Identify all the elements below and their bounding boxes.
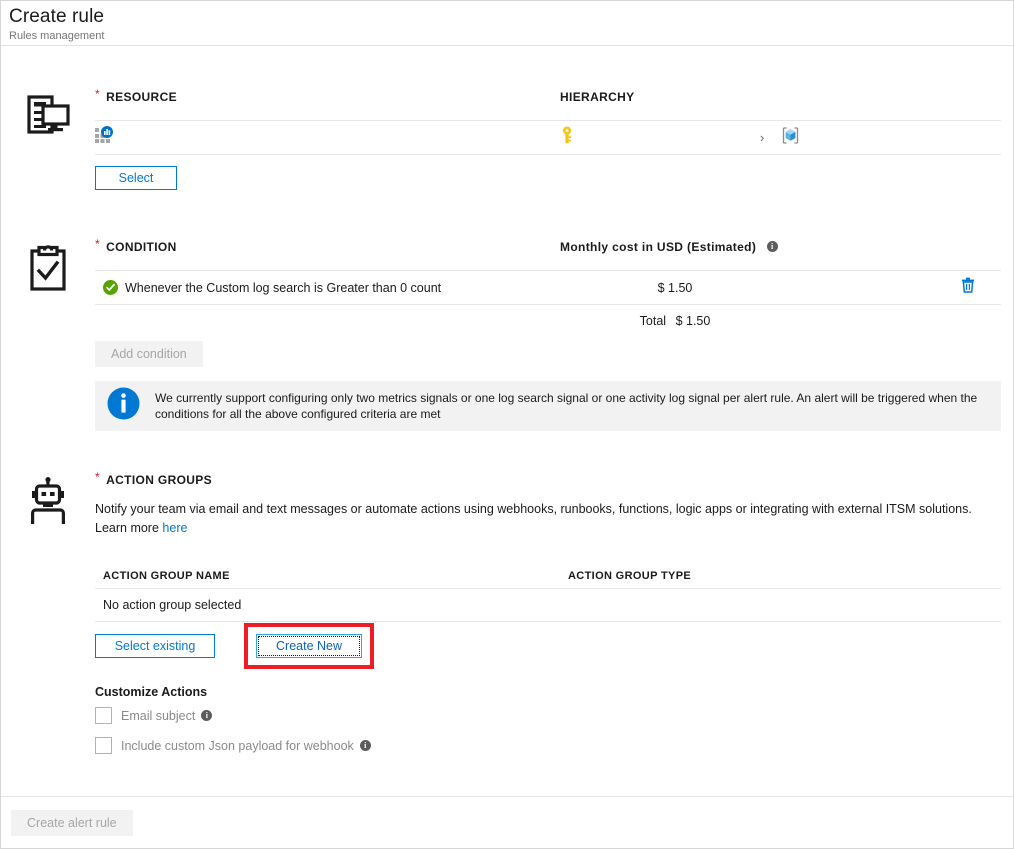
action-groups-description-wrap: Notify your team via email and text mess… (95, 500, 1001, 538)
resource-label-wrap: * RESOURCE (95, 88, 560, 106)
condition-row-cost-cell: $ 1.50 (560, 277, 1001, 298)
resource-label: RESOURCE (106, 90, 177, 104)
checkbox-email-subject-label-wrap: Email subject i (121, 708, 213, 723)
customize-checkbox-json-payload[interactable]: Include custom Json payload for webhook … (95, 737, 1001, 754)
resource-select-wrap: Select (95, 166, 1001, 190)
clipboard-check-icon (1, 238, 95, 292)
hierarchy-label: HIERARCHY (560, 90, 635, 104)
action-groups-empty-row: No action group selected (95, 589, 1001, 622)
info-icon[interactable]: i (766, 241, 778, 253)
banner-info-icon-wrap (95, 381, 151, 431)
resource-header-row: * RESOURCE HIERARCHY (95, 88, 1001, 112)
action-groups-section: * ACTION GROUPS Notify your team via ema… (1, 431, 1013, 754)
resource-row[interactable]: › (95, 121, 1001, 155)
banner-text: We currently support configuring only tw… (155, 391, 978, 421)
checkbox-email-subject[interactable] (95, 707, 112, 724)
resource-group-box-icon (781, 126, 800, 150)
cost-column-label-wrap: Monthly cost in USD (Estimated) i (560, 238, 1001, 256)
column-action-group-type: ACTION GROUP TYPE (568, 570, 692, 582)
robot-icon (1, 471, 95, 525)
chevron-right-icon: › (760, 130, 765, 145)
page-footer: Create alert rule (1, 796, 1013, 848)
hierarchy-label-wrap: HIERARCHY (560, 88, 1001, 106)
add-condition-button[interactable]: Add condition (95, 341, 203, 367)
create-rule-page: Create rule Rules management * RESOURCE … (0, 0, 1014, 849)
check-circle-icon (103, 280, 118, 295)
checkbox-json-payload-label: Include custom Json payload for webhook (121, 738, 354, 753)
action-groups-header: * ACTION GROUPS (95, 471, 1001, 489)
page-subtitle: Rules management (9, 30, 105, 42)
checkbox-json-payload-label-wrap: Include custom Json payload for webhook … (121, 739, 371, 753)
total-wrap: Total $ 1.50 (560, 314, 790, 328)
create-new-button[interactable]: Create New (256, 634, 362, 658)
trash-icon[interactable] (961, 277, 1001, 298)
condition-label-wrap: * CONDITION (95, 238, 560, 256)
customize-actions-title: Customize Actions (95, 685, 208, 699)
key-icon (560, 126, 760, 149)
action-groups-body: * ACTION GROUPS Notify your team via ema… (95, 471, 1013, 754)
info-icon (107, 387, 140, 425)
condition-total-row: Total $ 1.50 (95, 305, 1001, 337)
condition-row[interactable]: Whenever the Custom log search is Greate… (95, 271, 1001, 305)
condition-row-text-cell: Whenever the Custom log search is Greate… (95, 280, 560, 295)
info-banner: We currently support configuring only tw… (95, 381, 1001, 431)
condition-header-row: * CONDITION Monthly cost in USD (Estimat… (95, 238, 1001, 262)
required-asterisk: * (95, 470, 100, 484)
resource-section: * RESOURCE HIERARCHY › Select (1, 46, 1013, 190)
hierarchy-cell: › (560, 126, 1001, 150)
page-content: * RESOURCE HIERARCHY › Select * CONDITIO… (1, 46, 1013, 754)
action-groups-buttons: Select existing Create New (95, 623, 1001, 669)
page-header: Create rule Rules management (1, 1, 1013, 46)
empty-message: No action group selected (103, 598, 242, 612)
create-new-button-wrap: Create New (244, 623, 374, 669)
customize-actions-block: Customize Actions Email subject i Includ… (95, 685, 1001, 754)
condition-row-cost: $ 1.50 (657, 280, 693, 295)
add-condition-wrap: Add condition (95, 341, 1001, 367)
action-groups-table-header: ACTION GROUP NAME ACTION GROUP TYPE (95, 558, 1001, 582)
action-groups-label: ACTION GROUPS (106, 473, 213, 487)
info-icon[interactable]: i (201, 710, 213, 721)
resource-item-cell (95, 126, 560, 149)
cost-column-label: Monthly cost in USD (Estimated) (560, 240, 757, 254)
page-title: Create rule (9, 6, 105, 27)
total-value: $ 1.50 (675, 314, 711, 328)
required-asterisk: * (95, 237, 100, 251)
required-asterisk: * (95, 87, 100, 101)
info-icon[interactable]: i (359, 740, 371, 751)
checkbox-email-subject-label: Email subject (121, 708, 196, 723)
condition-section: * CONDITION Monthly cost in USD (Estimat… (1, 190, 1013, 431)
checkbox-json-payload[interactable] (95, 737, 112, 754)
resource-body: * RESOURCE HIERARCHY › Select (95, 88, 1013, 190)
select-existing-button[interactable]: Select existing (95, 634, 215, 658)
total-cell: Total $ 1.50 (560, 314, 1001, 328)
condition-body: * CONDITION Monthly cost in USD (Estimat… (95, 238, 1013, 431)
column-action-group-name: ACTION GROUP NAME (103, 570, 230, 582)
total-label: Total (639, 314, 667, 328)
condition-label: CONDITION (106, 240, 177, 254)
select-resource-button[interactable]: Select (95, 166, 177, 190)
learn-more-link[interactable]: here (162, 521, 187, 535)
customize-checkbox-email-subject[interactable]: Email subject i (95, 707, 1001, 724)
application-insights-icon (95, 126, 115, 149)
server-monitor-icon (1, 88, 95, 136)
create-alert-rule-button[interactable]: Create alert rule (11, 809, 133, 836)
learn-more-prefix: Learn more (95, 521, 159, 535)
condition-row-text: Whenever the Custom log search is Greate… (125, 280, 442, 295)
action-groups-description: Notify your team via email and text mess… (95, 502, 972, 516)
